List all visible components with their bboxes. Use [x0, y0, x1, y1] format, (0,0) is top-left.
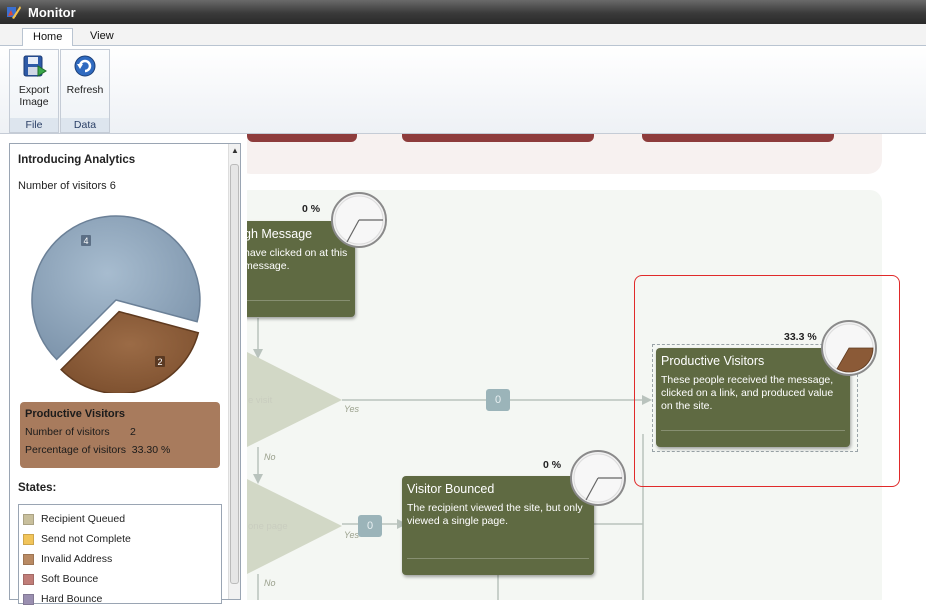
- state-swatch: [23, 593, 34, 605]
- states-list: Recipient Queued Send not Complete Inval…: [18, 504, 222, 605]
- node-divider: [407, 558, 589, 559]
- decision-page-no: No: [264, 578, 276, 588]
- state-item-invalid-address[interactable]: Invalid Address: [23, 549, 221, 569]
- scroll-up-arrow-icon[interactable]: ▲: [231, 146, 239, 156]
- state-swatch: [23, 533, 34, 545]
- state-item-recipient-queued[interactable]: Recipient Queued: [23, 509, 221, 529]
- panel-scrollbar[interactable]: ▲: [228, 144, 240, 599]
- node-title: Visitor Bounced: [407, 482, 495, 496]
- node-message-gauge: [331, 192, 387, 248]
- scroll-thumb[interactable]: [230, 164, 239, 584]
- decision-page-label: one page: [248, 521, 288, 532]
- state-label: Recipient Queued: [41, 513, 126, 525]
- title-bar: Monitor: [0, 0, 926, 24]
- tab-home[interactable]: Home: [22, 28, 74, 47]
- ribbon-body: Export Image File Refresh Data: [0, 46, 926, 134]
- detail-percentage: Percentage of visitors 33.30 %: [25, 444, 171, 456]
- count-badge-visit[interactable]: 0: [486, 389, 510, 411]
- selected-segment-details: Productive Visitors Number of visitors 2…: [20, 402, 220, 468]
- node-productive-percent: 33.3 %: [784, 331, 817, 343]
- ribbon-group-data: Refresh Data: [60, 49, 110, 133]
- node-message-percent: 0 %: [302, 203, 321, 215]
- refresh-icon: [71, 52, 99, 80]
- state-swatch: [23, 513, 34, 525]
- node-divider: [247, 300, 350, 301]
- file-group-label: File: [10, 118, 58, 132]
- decision-visit-no: No: [264, 452, 276, 462]
- panel-title: Introducing Analytics: [18, 154, 136, 166]
- pie-label-2: 2: [157, 357, 162, 367]
- node-productive-gauge: [821, 320, 877, 376]
- state-swatch: [23, 573, 34, 585]
- ribbon-tabs: Home View: [0, 24, 926, 47]
- refresh-label: Refresh: [66, 84, 104, 96]
- state-label: Send not Complete: [41, 533, 131, 545]
- detail-visitors: Number of visitors 2: [25, 426, 136, 438]
- window-title: Monitor: [28, 4, 76, 20]
- ribbon-group-file: Export Image File: [9, 49, 59, 133]
- state-item-hard-bounce[interactable]: Hard Bounce: [23, 589, 221, 609]
- refresh-button[interactable]: Refresh: [63, 52, 107, 96]
- visitor-count: Number of visitors 6: [18, 180, 116, 192]
- data-group-label: Data: [61, 118, 109, 132]
- save-export-icon: [20, 52, 48, 80]
- visitors-pie-chart: 4 2: [31, 215, 201, 393]
- decision-visit-yes: Yes: [344, 404, 360, 414]
- pie-label-4: 4: [83, 236, 88, 246]
- tab-view[interactable]: View: [80, 28, 124, 46]
- count-badge-page[interactable]: 0: [358, 515, 382, 537]
- export-label-line1: Export: [18, 84, 50, 96]
- state-item-send-not-complete[interactable]: Send not Complete: [23, 529, 221, 549]
- detail-title: Productive Visitors: [25, 408, 126, 420]
- node-bounced-gauge: [570, 450, 626, 506]
- states-heading: States:: [18, 482, 57, 494]
- node-bounced-percent: 0 %: [543, 459, 562, 471]
- export-image-button[interactable]: Export Image: [12, 52, 56, 108]
- flow-canvas[interactable]: e visit Yes No 0 one page Yes No 0 gh Me…: [247, 134, 926, 600]
- state-label: Soft Bounce: [41, 573, 99, 585]
- decision-page-yes: Yes: [344, 530, 360, 540]
- state-item-soft-bounce[interactable]: Soft Bounce: [23, 569, 221, 589]
- analytics-panel: Introducing Analytics Number of visitors…: [9, 143, 241, 605]
- monitor-app-icon: [6, 4, 22, 20]
- node-visitor-bounced[interactable]: Visitor Bounced The recipient viewed the…: [402, 476, 594, 575]
- state-label: Hard Bounce: [41, 593, 103, 605]
- export-label-line2: Image: [19, 96, 49, 108]
- node-divider: [661, 430, 845, 431]
- state-label: Invalid Address: [41, 553, 113, 565]
- node-description: The recipient viewed the site, but only …: [407, 502, 583, 527]
- state-swatch: [23, 553, 34, 565]
- decision-visit-label: e visit: [248, 395, 273, 406]
